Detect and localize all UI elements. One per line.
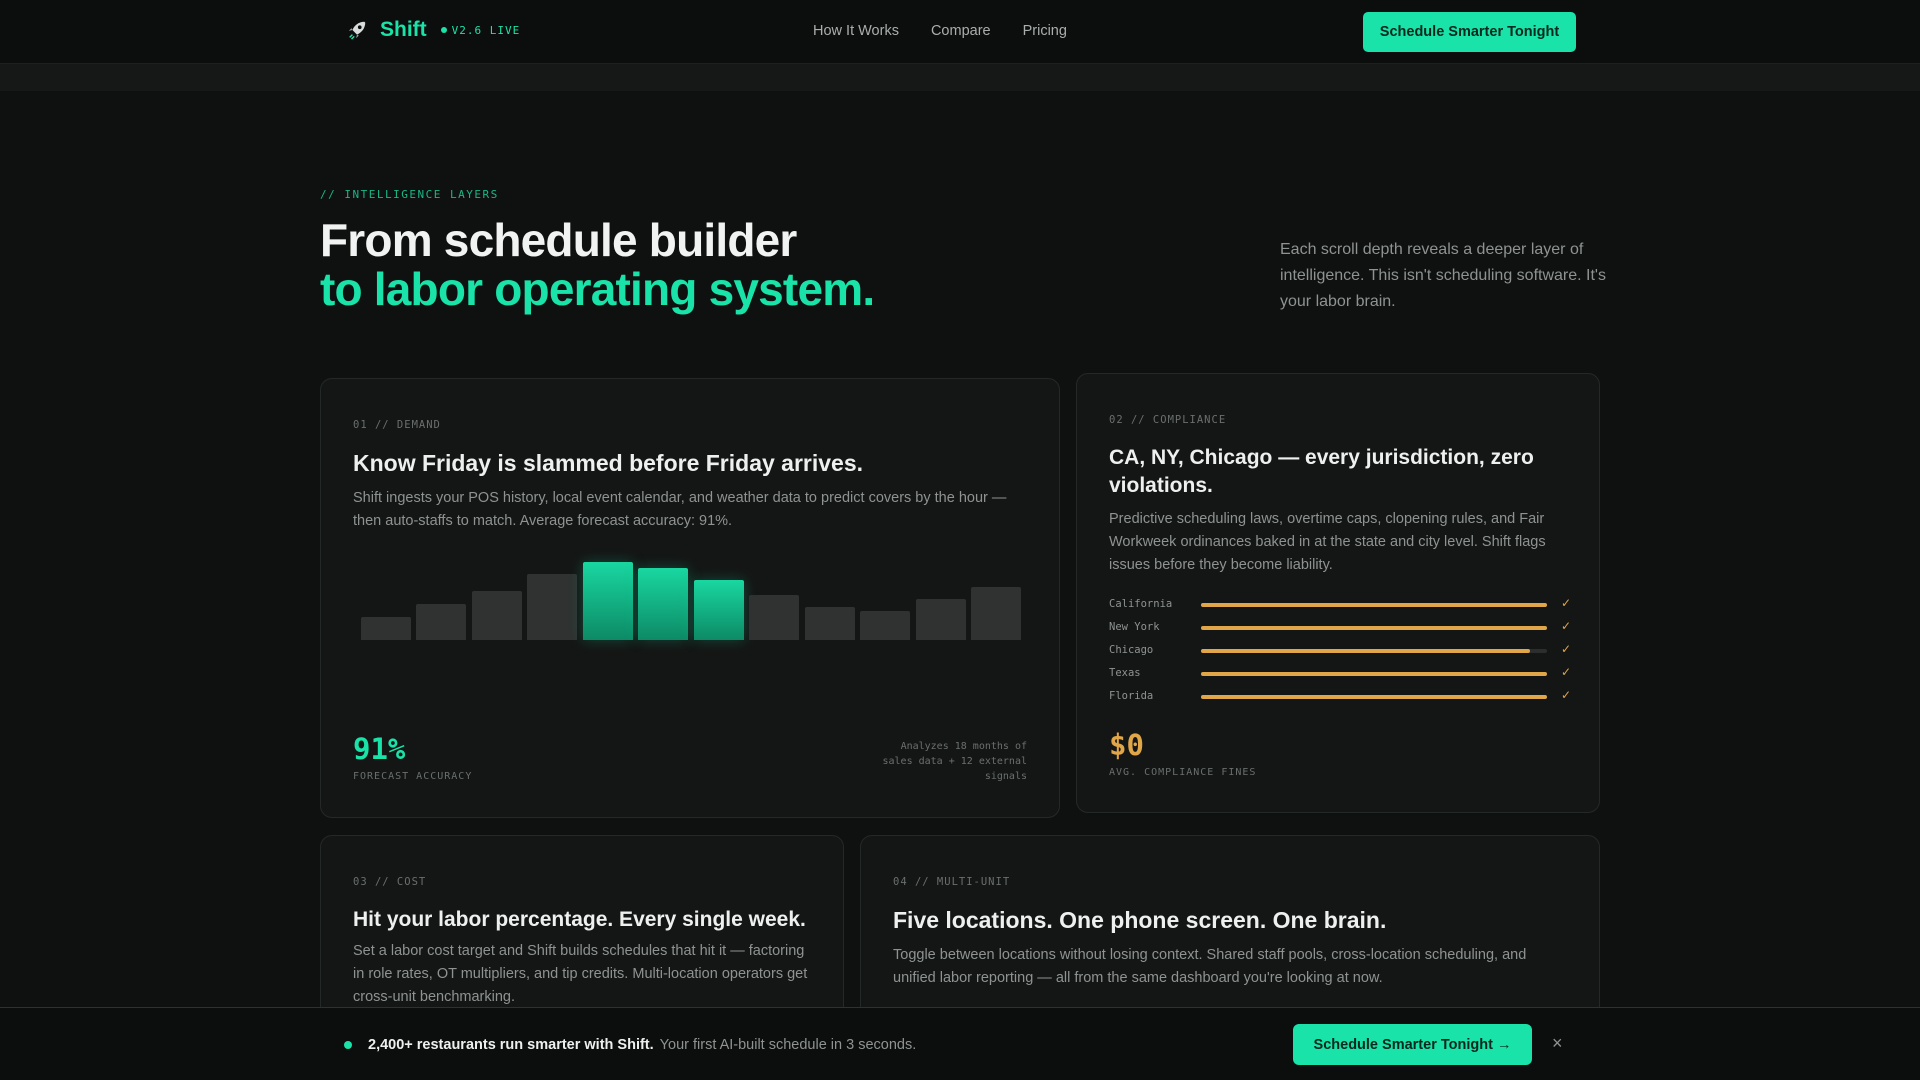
rocket-icon	[348, 21, 366, 40]
promo-cta-button[interactable]: Schedule Smarter Tonight →	[1293, 1024, 1532, 1065]
jurisdiction-name: Chicago	[1109, 644, 1154, 656]
promo-subtext: Your first AI-built schedule in 3 second…	[659, 1037, 917, 1053]
close-icon[interactable]: ×	[1552, 1033, 1563, 1054]
jurisdiction-row: Florida ✓	[1109, 688, 1572, 713]
check-icon: ✓	[1561, 642, 1572, 656]
demand-forecast-chart	[361, 560, 1021, 640]
card-description: Predictive scheduling laws, overtime cap…	[1109, 511, 1546, 573]
jurisdiction-fill	[1201, 626, 1547, 630]
card-title: CA, NY, Chicago — every jurisdiction, ze…	[1109, 446, 1534, 497]
card-description: Shift ingests your POS history, local ev…	[353, 490, 1007, 529]
jurisdiction-track	[1201, 672, 1547, 676]
demand-bar	[693, 580, 744, 640]
jurisdiction-name: California	[1109, 598, 1173, 610]
forecast-note: Analyzes 18 months of sales data + 12 ex…	[882, 741, 1028, 782]
jurisdiction-track	[1201, 626, 1547, 630]
promo-bar: 2,400+ restaurants run smarter with Shif…	[0, 1007, 1920, 1080]
compliance-fines-label: AVG. COMPLIANCE FINES	[1109, 767, 1257, 778]
check-icon: ✓	[1561, 688, 1572, 702]
jurisdiction-row: New York ✓	[1109, 619, 1572, 644]
schedule-cta-button[interactable]: Schedule Smarter Tonight	[1363, 12, 1576, 52]
nav-strip	[0, 64, 1920, 91]
jurisdiction-name: Texas	[1109, 667, 1141, 679]
check-icon: ✓	[1561, 665, 1572, 679]
demand-bar	[471, 591, 522, 640]
forecast-accuracy-value: 91%	[353, 732, 406, 766]
forecast-accuracy-label: FORECAST ACCURACY	[353, 771, 473, 782]
check-icon: ✓	[1561, 596, 1572, 610]
nav-links: How It Works Compare Pricing	[813, 23, 1067, 39]
jurisdiction-name: New York	[1109, 621, 1160, 633]
live-dot-icon	[440, 27, 447, 33]
card-title: Five locations. One phone screen. One br…	[893, 907, 1387, 933]
jurisdiction-track	[1201, 649, 1547, 653]
card-description: Toggle between locations without losing …	[893, 947, 1527, 986]
nav-link-how-it-works[interactable]: How It Works	[813, 23, 899, 39]
compliance-card: 02 // COMPLIANCE CA, NY, Chicago — every…	[1076, 373, 1600, 813]
demand-bar	[804, 607, 855, 640]
section-eyebrow: // INTELLIGENCE LAYERS	[320, 188, 499, 201]
hero-title-line1: From schedule builder	[320, 214, 797, 266]
jurisdiction-fill	[1201, 695, 1547, 699]
compliance-fines-value: $0	[1109, 728, 1144, 762]
demand-bar	[860, 611, 911, 640]
jurisdiction-name: Florida	[1109, 690, 1154, 702]
card-tag: 02 // COMPLIANCE	[1109, 414, 1227, 426]
card-tag: 01 // DEMAND	[353, 419, 441, 431]
promo-headline: 2,400+ restaurants run smarter with Shif…	[368, 1037, 654, 1053]
nav-link-compare[interactable]: Compare	[931, 23, 991, 39]
jurisdiction-row: Texas ✓	[1109, 665, 1572, 690]
brand[interactable]: Shift V2.6 LIVE	[346, 18, 520, 42]
hero-description: Each scroll depth reveals a deeper layer…	[1280, 241, 1606, 310]
demand-bar	[527, 574, 578, 640]
version-label: V2.6 LIVE	[451, 23, 521, 37]
card-tag: 04 // MULTI-UNIT	[893, 876, 1011, 888]
jurisdiction-fill	[1201, 649, 1530, 653]
version-badge: V2.6 LIVE	[440, 23, 521, 37]
card-tag: 03 // COST	[353, 876, 427, 888]
brand-name: Shift	[380, 18, 427, 41]
demand-bar	[582, 562, 633, 640]
jurisdiction-track	[1201, 603, 1547, 607]
demand-card: 01 // DEMAND Know Friday is slammed befo…	[320, 378, 1060, 818]
check-icon: ✓	[1561, 619, 1572, 633]
demand-bar	[416, 604, 467, 640]
jurisdiction-row: California ✓	[1109, 596, 1572, 621]
jurisdiction-track	[1201, 695, 1547, 699]
demand-bar	[638, 568, 689, 640]
jurisdiction-fill	[1201, 672, 1547, 676]
demand-bar	[915, 599, 966, 640]
card-title: Know Friday is slammed before Friday arr…	[353, 450, 864, 476]
demand-bar	[361, 617, 411, 640]
jurisdiction-row: Chicago ✓	[1109, 642, 1572, 667]
demand-bar	[971, 587, 1021, 640]
card-title: Hit your labor percentage. Every single …	[353, 908, 806, 931]
nav-link-pricing[interactable]: Pricing	[1023, 23, 1067, 39]
demand-bar	[749, 595, 800, 640]
jurisdiction-fill	[1201, 603, 1547, 607]
status-dot-icon	[344, 1041, 352, 1049]
card-description: Set a labor cost target and Shift builds…	[353, 943, 808, 1005]
top-nav: Shift V2.6 LIVE How It Works Compare Pri…	[0, 0, 1920, 64]
hero-title-line2: to labor operating system.	[320, 263, 875, 315]
jurisdiction-list: California ✓ New York ✓ Chicago ✓ Texas ✓ Florid…	[1109, 596, 1572, 713]
promo-text: 2,400+ restaurants run smarter with Shif…	[368, 1037, 916, 1053]
hero-title: From schedule builder to labor operating…	[320, 214, 875, 315]
